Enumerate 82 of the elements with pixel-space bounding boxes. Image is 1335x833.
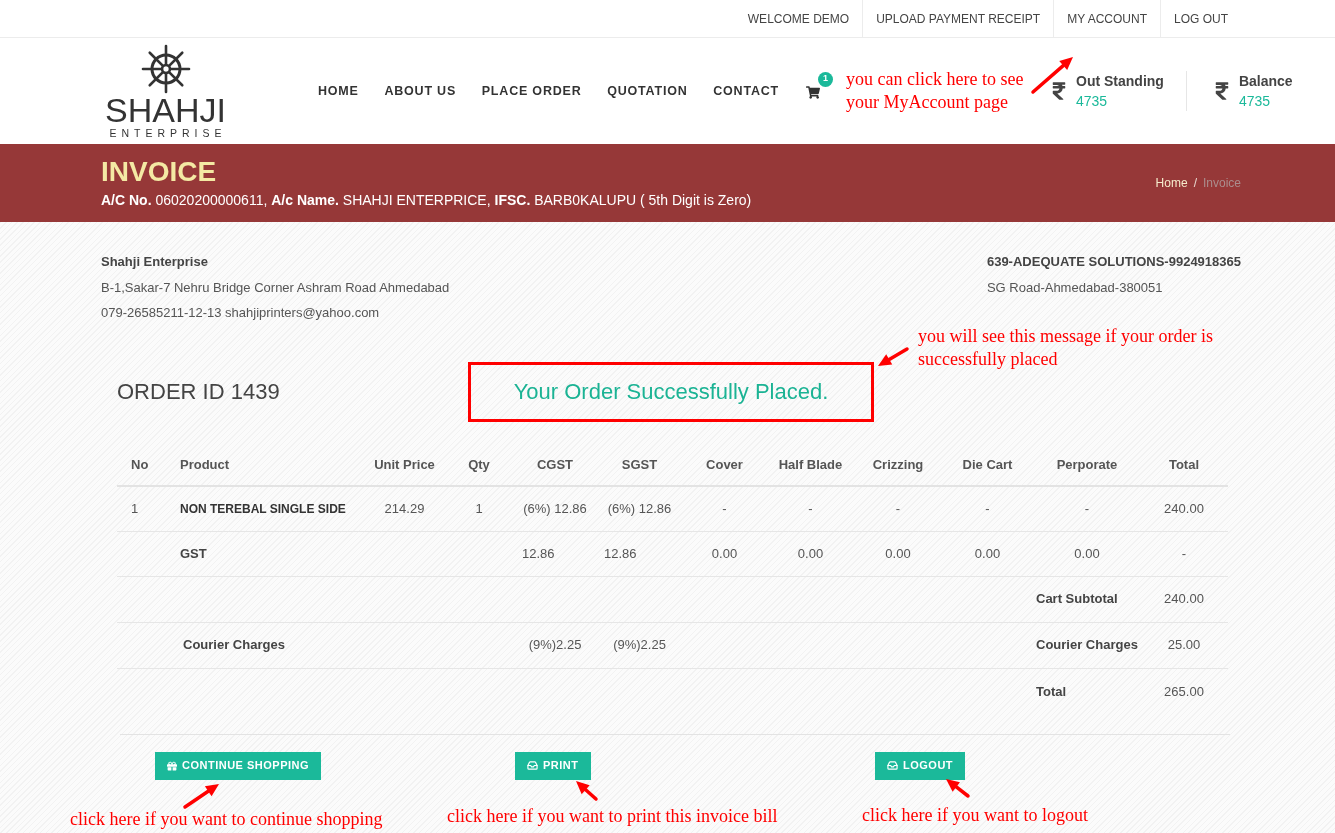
logo-name: SHAHJI: [105, 95, 226, 125]
table-cell-text: -: [1180, 544, 1188, 563]
column-header: Product: [179, 455, 231, 474]
column-header: Total: [1167, 455, 1201, 474]
account-value: 4735: [1238, 92, 1271, 111]
table-cell: (9%)2.25: [528, 637, 582, 653]
logo-tagline: ENTERPRISE: [108, 127, 227, 139]
seller-address-line: 079-26585211-12-13 shahjiprinters@yahoo.com: [101, 304, 380, 322]
summary-label: Total: [1036, 683, 1067, 699]
top-bar-link[interactable]: LOG OUT: [1160, 0, 1241, 37]
table-cell-text: 240.00: [1163, 499, 1205, 518]
annotation-text: you will see this message if your order is successfully placed: [918, 325, 1214, 371]
nav-link[interactable]: ABOUT US: [384, 81, 457, 101]
column-header: No: [130, 455, 150, 474]
column-header: CGST: [535, 455, 575, 474]
table-cell-text: -: [1083, 499, 1091, 518]
column-header: Crizzing: [871, 455, 925, 474]
rupee-icon: [1052, 81, 1066, 101]
top-bar-link[interactable]: WELCOME DEMO: [734, 0, 863, 37]
table-cell-text: GST: [179, 544, 208, 563]
top-bar-link[interactable]: UPLOAD PAYMENT RECEIPT: [862, 0, 1054, 37]
seller-name: Shahji Enterprise: [101, 253, 208, 271]
table-cell-text: -: [807, 499, 814, 518]
breadcrumb-separator: /: [1193, 175, 1197, 192]
nav-link[interactable]: CONTACT: [713, 81, 779, 101]
summary-label: Courier Charges: [1036, 637, 1138, 653]
column-header: SGST: [620, 455, 659, 474]
column-header: Half Blade: [777, 455, 844, 474]
column-header: Qty: [467, 455, 491, 474]
success-message: Your Order Successfully Placed.: [513, 378, 829, 406]
summary-value: 25.00: [1167, 637, 1201, 653]
tray-icon: [887, 760, 898, 771]
rupee-icon: [1214, 81, 1229, 101]
top-bar-link[interactable]: MY ACCOUNT: [1053, 0, 1160, 37]
table-cell-text: (6%) 12.86: [522, 499, 588, 518]
column-header: Die Cart: [961, 455, 1014, 474]
table-cell-text: 12.86: [521, 544, 556, 563]
account-label: Balance: [1238, 72, 1293, 91]
table-cell-text: 0.00: [1073, 544, 1101, 563]
summary-label: Cart Subtotal: [1036, 591, 1118, 607]
gift-icon: [167, 760, 177, 771]
buyer-address-line: SG Road-Ahmedabad-380051: [986, 278, 1163, 297]
account-value: 4735: [1076, 92, 1108, 111]
column-header: Perporate: [1055, 455, 1119, 474]
table-cell: (9%)2.25: [613, 637, 666, 653]
annotation-text: click here if you want to continue shopping: [70, 808, 383, 831]
buyer-name: 639-ADEQUATE SOLUTIONS-9924918365: [986, 253, 1241, 271]
summary-item-label: Courier Charges: [183, 637, 285, 653]
nav-link[interactable]: QUOTATION: [607, 81, 688, 101]
cart-icon[interactable]: [806, 85, 820, 99]
seller-address-line: B-1,Sakar-7 Nehru Bridge Corner Ashram Road Ahmedabad: [101, 278, 450, 297]
table-cell-text: 1: [130, 499, 140, 518]
table-cell-text: (6%) 12.86: [606, 499, 673, 518]
table-cell-text: NON TEREBAL SINGLE SIDE: [179, 500, 347, 518]
breadcrumb-current-page: Invoice: [1202, 175, 1241, 192]
summary-value: 240.00: [1164, 591, 1204, 607]
summary-value: 265.00: [1164, 683, 1204, 699]
table-cell-text: 0.00: [710, 544, 739, 563]
table-cell-text: 1: [474, 499, 484, 518]
ship-wheel-icon: [140, 43, 191, 95]
account-label: Out Standing: [1076, 72, 1164, 91]
nav-link[interactable]: HOME: [318, 81, 359, 101]
table-cell-text: 12.86: [603, 544, 638, 563]
table-cell-text: -: [984, 499, 991, 518]
annotation-text: click here if you want to print this invoice bill: [447, 805, 778, 828]
page-title: INVOICE: [101, 156, 217, 187]
table-cell-text: 0.00: [973, 544, 1002, 563]
tray-icon: [527, 760, 538, 771]
column-header: Cover: [705, 455, 744, 474]
table-cell-text: 0.00: [796, 544, 825, 563]
table-cell-text: -: [894, 499, 902, 518]
annotation-text: you can click here to see your MyAccount page: [846, 68, 1025, 114]
column-header: Unit Price: [373, 455, 436, 474]
order-id: ORDER ID 1439: [117, 378, 280, 406]
table-cell-text: 0.00: [884, 544, 912, 563]
cart-count-badge: 1: [818, 71, 833, 87]
breadcrumb-link[interactable]: Home: [1155, 174, 1188, 192]
annotation-text: click here if you want to logout: [862, 804, 1088, 827]
account-details: A/C No. 06020200000611, A/c Name. SHAHJI ENTERPRICE, IFSC. BARB0KALUPU ( 5th Digit is Zero): [101, 190, 752, 210]
table-cell-text: -: [721, 499, 728, 518]
table-cell-text: 214.29: [383, 499, 426, 518]
nav-link[interactable]: PLACE ORDER: [481, 81, 582, 101]
